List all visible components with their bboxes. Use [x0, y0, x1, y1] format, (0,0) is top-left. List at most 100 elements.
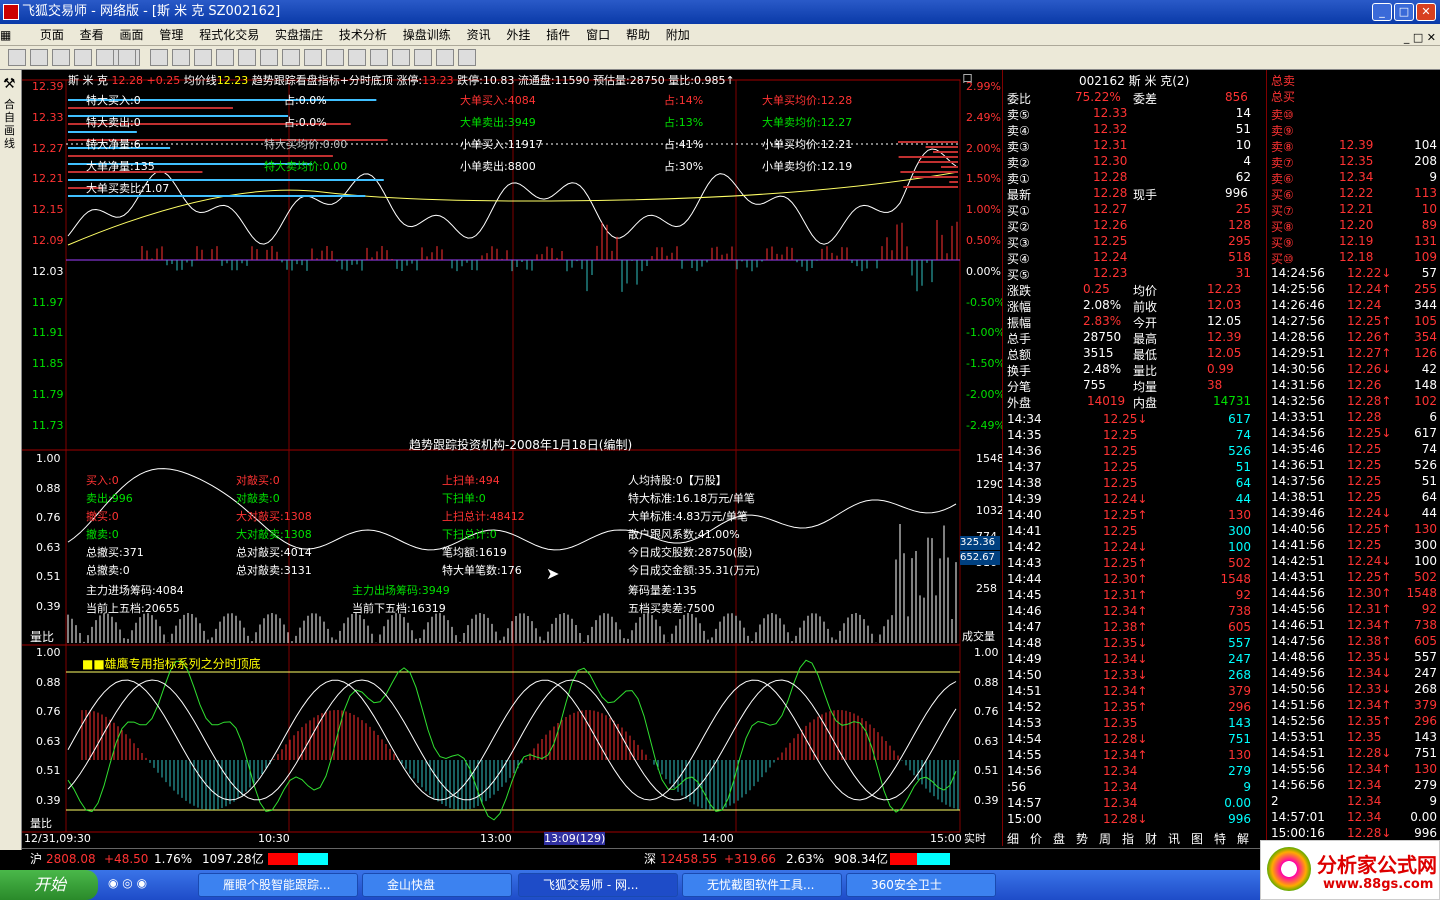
- menu-item[interactable]: 画面: [114, 24, 150, 46]
- maximize-button[interactable]: □: [1394, 3, 1414, 21]
- tick-price: 12.25↓: [1103, 412, 1148, 426]
- tick-price: 12.25↑: [1103, 508, 1148, 522]
- menu-item[interactable]: 操盘训练: [397, 24, 457, 46]
- menu-item[interactable]: 程式化交易: [193, 24, 265, 46]
- toolbar-tool-icon[interactable]: [172, 49, 190, 66]
- bottom-tab[interactable]: 特: [1214, 830, 1226, 847]
- pct-axis-label: 1.00%: [966, 203, 1001, 217]
- pct-axis-label: -2.00%: [966, 388, 1005, 401]
- start-button[interactable]: 开始: [0, 870, 98, 900]
- bottom-tab[interactable]: 图: [1191, 830, 1203, 847]
- menu-item[interactable]: 管理: [153, 24, 189, 46]
- flow-stat: 占:0.0%: [284, 94, 327, 107]
- limit-up-label: 涨停:: [396, 74, 423, 87]
- order-stat: 特大标准:16.18万元/单笔: [628, 492, 755, 505]
- quicklaunch-icons[interactable]: ◉ ◎ ◉: [108, 876, 147, 890]
- sz-change: +319.66: [724, 852, 777, 866]
- bottom-tab[interactable]: 周: [1099, 830, 1111, 847]
- menu-item[interactable]: 帮助: [620, 24, 656, 46]
- order-stat: 今日成交金额:35.31(万元): [628, 564, 760, 577]
- menu-item[interactable]: 实盘擂庄: [269, 24, 329, 46]
- toolbar-tool-icon[interactable]: [216, 49, 234, 66]
- latest-label: 最新: [1007, 188, 1032, 202]
- intraday-chart[interactable]: 12.39 12.33 12.27 12.21 12.15 12.09 12.03 11.97…: [22, 70, 1022, 846]
- far-tick-vol: 130: [1414, 762, 1437, 776]
- task-button[interactable]: 360安全卫士: [846, 873, 996, 897]
- app-logo-icon: [3, 4, 19, 20]
- task-button[interactable]: 无忧截图软件工具...: [682, 873, 842, 897]
- toolbar-tool-icon[interactable]: [74, 49, 92, 66]
- chart-menu-icon[interactable]: 口: [962, 70, 973, 86]
- bid-row-label: 买⑤: [1007, 268, 1030, 282]
- draw-line-tab[interactable]: 合自画线: [4, 98, 18, 150]
- menu-item[interactable]: 附加: [660, 24, 696, 46]
- title-bar: 飞狐交易师 - 网络版 - [斯 米 克 SZ002162] _ □ ✕: [0, 0, 1440, 24]
- bottom-tab[interactable]: 指: [1122, 830, 1134, 847]
- far-tick-price: 12.38↑: [1347, 634, 1392, 648]
- toolbar-tool-icon[interactable]: [458, 49, 476, 66]
- menu-item[interactable]: 窗口: [580, 24, 616, 46]
- far-tick-price: 12.28↓: [1347, 826, 1392, 840]
- bottom-tab[interactable]: 财: [1145, 830, 1157, 847]
- flow-stat: 占:13%: [664, 116, 704, 129]
- stat-value: 2.83%: [1083, 314, 1122, 328]
- pct-axis-label: -1.00%: [966, 326, 1005, 340]
- toolbar-tool-icon[interactable]: [260, 49, 278, 66]
- toolbar-tool-icon[interactable]: [8, 49, 26, 66]
- task-button[interactable]: 雁眼个股智能跟踪...: [198, 873, 358, 897]
- toolbar-tool-icon[interactable]: [96, 49, 114, 66]
- task-button[interactable]: 金山快盘: [362, 873, 512, 897]
- toolbar-tool-icon[interactable]: [326, 49, 344, 66]
- minimize-button[interactable]: _: [1372, 3, 1392, 21]
- toolbar-tool-icon[interactable]: [52, 49, 70, 66]
- toolbar-tool-icon[interactable]: [150, 49, 168, 66]
- toolbar-tool-icon[interactable]: [370, 49, 388, 66]
- toolbar-tool-icon[interactable]: [392, 49, 410, 66]
- bottom-tab[interactable]: 讯: [1168, 830, 1180, 847]
- order-stat: 大单标准:4.83万元/单笔: [628, 510, 748, 523]
- stat-value: 2.08%: [1083, 298, 1122, 312]
- tools-icon[interactable]: ⚒: [3, 76, 16, 92]
- menu-item[interactable]: 插件: [540, 24, 576, 46]
- tick-price: 12.28↓: [1103, 812, 1148, 826]
- task-button[interactable]: 飞狐交易师 - 网...: [518, 873, 678, 897]
- waipan-value: 14019: [1087, 394, 1126, 408]
- tick-time: 14:43: [1007, 556, 1042, 570]
- bottom-tab[interactable]: 解: [1237, 830, 1249, 847]
- toolbar-tool-icon[interactable]: [348, 49, 366, 66]
- far-tick-time: 14:35:46: [1271, 442, 1325, 456]
- menu-item[interactable]: 资讯: [461, 24, 497, 46]
- menu-item[interactable]: 外挂: [500, 24, 536, 46]
- toolbar-tool-icon[interactable]: [30, 49, 48, 66]
- menu-item[interactable]: 查看: [74, 24, 110, 46]
- bottom-tab[interactable]: 细: [1007, 830, 1019, 847]
- order-stat: 对敲买:0: [236, 474, 280, 487]
- latest-price: 12.28: [1093, 186, 1128, 200]
- flow-stat: 占:0.0%: [284, 116, 327, 129]
- toolbar-tool-icon[interactable]: [414, 49, 432, 66]
- app-menu-icon[interactable]: ▦: [0, 24, 30, 46]
- brand-name: 分析家公式网: [1317, 853, 1437, 877]
- realtime-label[interactable]: 实时: [964, 830, 986, 846]
- bottom-tab[interactable]: 价: [1030, 830, 1042, 847]
- ask-row-price: 12.28: [1093, 170, 1128, 184]
- menu-item[interactable]: 技术分析: [333, 24, 393, 46]
- tick-volume: 379: [1228, 684, 1251, 698]
- bottom-tab[interactable]: 势: [1076, 830, 1088, 847]
- limit-up-price: 13.23: [422, 74, 454, 87]
- menu-item[interactable]: 页面: [34, 24, 70, 46]
- close-button[interactable]: ✕: [1416, 3, 1436, 21]
- order-stat: 对敲卖:0: [236, 492, 280, 505]
- toolbar-tool-icon[interactable]: [238, 49, 256, 66]
- time-axis-label: 15:00: [930, 832, 962, 845]
- toolbar-tool-icon[interactable]: [194, 49, 212, 66]
- bottom-axis-label: 0.51: [36, 764, 61, 777]
- quote-title: 002162 斯 米 克(2): [1079, 74, 1190, 88]
- bid-row-label: 买④: [1007, 252, 1030, 266]
- toolbar-tool-icon[interactable]: [282, 49, 300, 66]
- tick-price: 12.31↑: [1103, 588, 1148, 602]
- toolbar-tool-icon[interactable]: [436, 49, 454, 66]
- bottom-tab[interactable]: 盘: [1053, 830, 1065, 847]
- toolbar-tool-icon[interactable]: [118, 49, 136, 66]
- toolbar-tool-icon[interactable]: [304, 49, 322, 66]
